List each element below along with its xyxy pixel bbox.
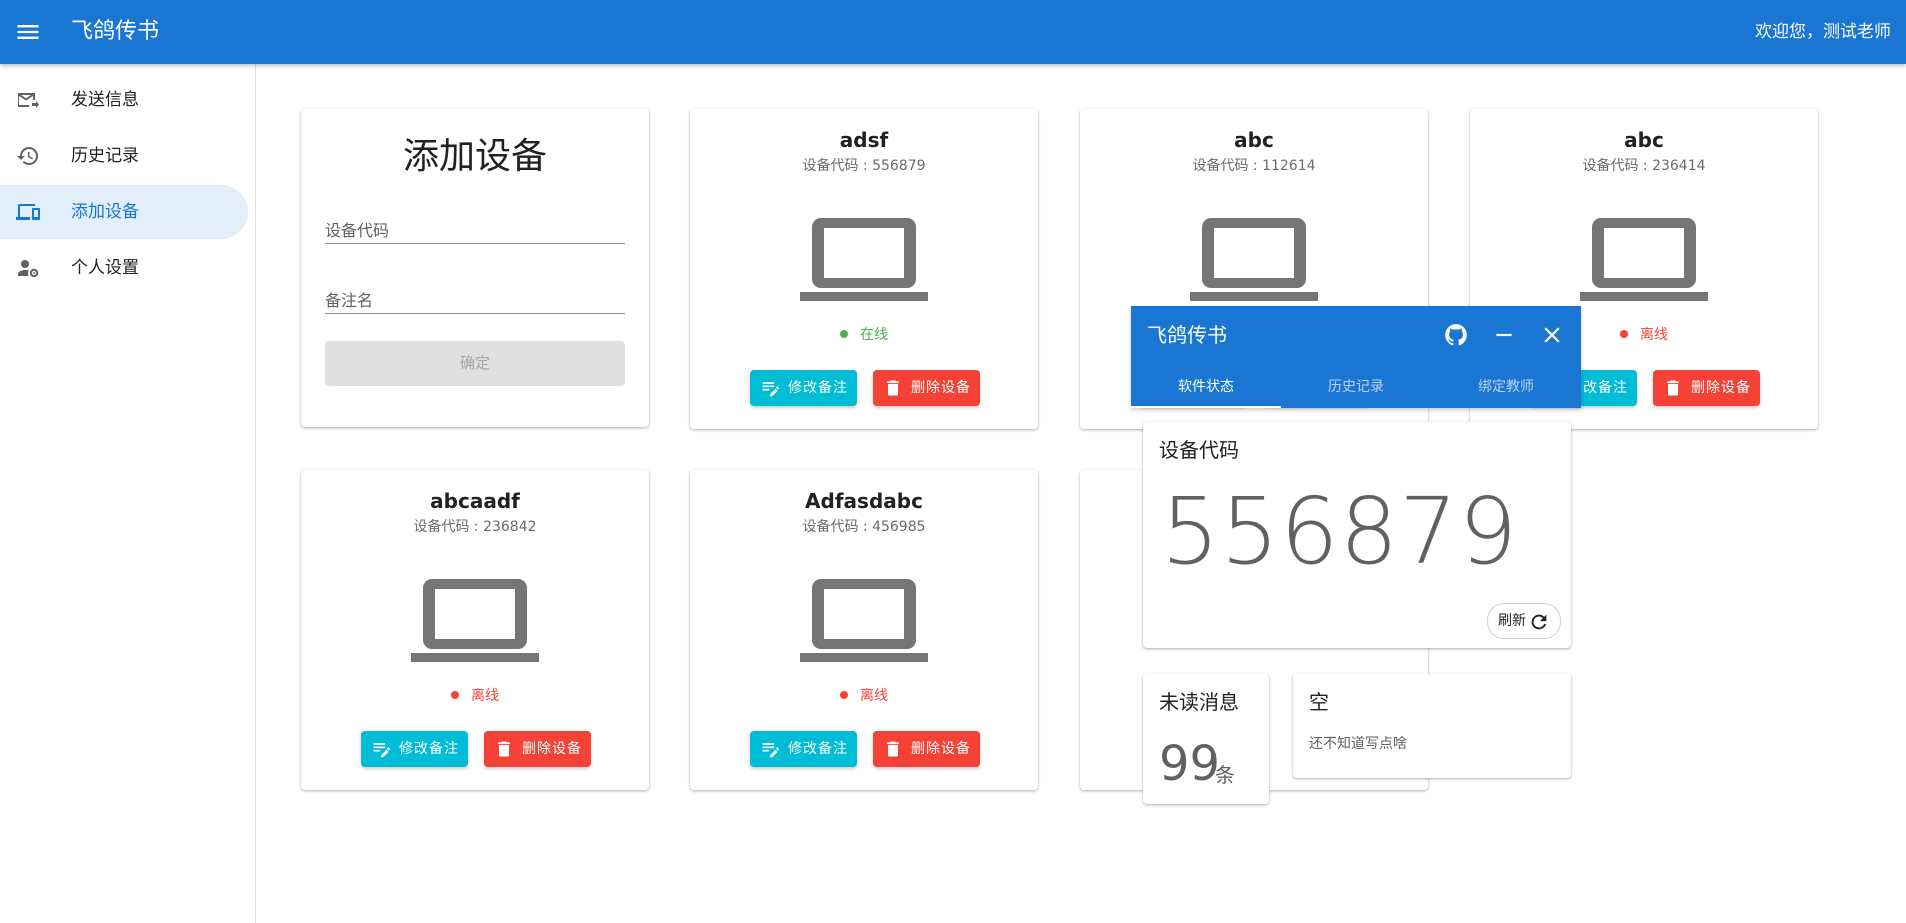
- device-code-input[interactable]: [325, 215, 625, 245]
- edit-note-icon: [373, 743, 391, 758]
- status-text: 离线: [471, 688, 499, 704]
- delete-device-button[interactable]: 删除设备: [484, 731, 591, 767]
- device-name: adsf: [839, 128, 889, 152]
- note-name-input[interactable]: [325, 285, 625, 315]
- delete-device-label: 删除设备: [1691, 380, 1751, 396]
- laptop-icon: [800, 218, 928, 301]
- sidebar-item-add-device[interactable]: 添加设备: [0, 185, 248, 239]
- empty-text: 还不知道写点啥: [1309, 736, 1407, 752]
- device-code-label: 设备代码: [1159, 438, 1239, 462]
- edit-note-icon: [762, 382, 780, 397]
- laptop-icon: [800, 579, 928, 662]
- device-status: 在线: [690, 325, 1038, 345]
- welcome-text: 欢迎您，测试老师: [1755, 22, 1891, 42]
- app-title: 飞鸽传书: [71, 19, 160, 44]
- unread-title: 未读消息: [1159, 690, 1239, 714]
- sidebar-item-personal-settings[interactable]: 个人设置: [0, 241, 248, 295]
- delete-device-button[interactable]: 删除设备: [873, 731, 980, 767]
- status-dot: [840, 330, 848, 338]
- edit-note-button[interactable]: 修改备注: [750, 731, 857, 767]
- device-code: 设备代码 : 236842: [413, 519, 537, 535]
- note-name-field: [325, 279, 625, 315]
- trash-icon: [498, 741, 510, 757]
- refresh-icon: [1531, 614, 1547, 630]
- status-dot: [840, 691, 848, 699]
- client-popup-window: 飞鸽传书 软件状态 历史记录 绑定教师 设备代码 556879 刷新 未读消息 …: [1131, 306, 1581, 806]
- app-bar: 飞鸽传书 欢迎您，测试老师: [0, 0, 1906, 64]
- edit-note-label: 修改备注: [399, 741, 459, 757]
- empty-card: 空 还不知道写点啥: [1293, 674, 1571, 778]
- status-text: 离线: [860, 688, 888, 704]
- device-code: 设备代码 : 112614: [1192, 158, 1316, 174]
- device-card: abcaadf 设备代码 : 236842 离线 修改备注 删除设备: [301, 470, 649, 790]
- edit-note-label: 修改备注: [788, 741, 848, 757]
- send-mail-icon: [18, 93, 39, 108]
- refresh-label: 刷新: [1498, 613, 1526, 629]
- add-device-title: 添加设备: [402, 136, 547, 177]
- active-tab-indicator: [1131, 406, 1281, 408]
- device-code-field: [325, 209, 625, 245]
- delete-device-button[interactable]: 删除设备: [1653, 370, 1760, 406]
- edit-note-label: 修改备注: [788, 380, 848, 396]
- close-icon[interactable]: [1539, 322, 1565, 348]
- popup-title: 飞鸽传书: [1147, 323, 1227, 347]
- sidebar: 发送信息 历史记录 添加设备 个人设置: [0, 64, 256, 923]
- device-code-card: 设备代码 556879 刷新: [1143, 422, 1571, 648]
- tab-software-status[interactable]: 软件状态: [1131, 366, 1281, 408]
- empty-title: 空: [1309, 690, 1329, 714]
- add-device-card: 添加设备 确定: [301, 109, 649, 427]
- sidebar-item-label: 个人设置: [71, 258, 139, 278]
- popup-header: 飞鸽传书 软件状态 历史记录 绑定教师: [1131, 306, 1581, 408]
- history-icon: [17, 147, 38, 165]
- delete-device-label: 删除设备: [522, 741, 582, 757]
- confirm-button[interactable]: 确定: [325, 341, 625, 386]
- device-status: 离线: [301, 686, 649, 706]
- laptop-icon: [1580, 218, 1708, 301]
- sidebar-item-label: 添加设备: [71, 202, 139, 222]
- device-name: abcaadf: [430, 489, 520, 513]
- unread-count: 99: [1159, 736, 1221, 792]
- status-dot: [451, 691, 459, 699]
- delete-device-label: 删除设备: [911, 380, 971, 396]
- trash-icon: [887, 380, 899, 396]
- device-status: 离线: [690, 686, 1038, 706]
- menu-icon[interactable]: [14, 18, 42, 46]
- laptop-icon: [411, 579, 539, 662]
- edit-note-icon: [762, 743, 780, 758]
- unread-unit: 条: [1215, 763, 1235, 787]
- device-code: 设备代码 : 236414: [1582, 158, 1706, 174]
- device-name: abc: [1624, 128, 1664, 152]
- sidebar-item-label: 发送信息: [71, 90, 139, 110]
- edit-note-button[interactable]: 修改备注: [361, 731, 468, 767]
- device-name: Adfasdabc: [805, 489, 923, 513]
- sidebar-item-label: 历史记录: [71, 146, 139, 166]
- status-text: 在线: [860, 327, 888, 343]
- status-text: 离线: [1640, 327, 1668, 343]
- laptop-icon: [1190, 218, 1318, 301]
- device-card: Adfasdabc 设备代码 : 456985 离线 修改备注 删除设备: [690, 470, 1038, 790]
- unread-messages-card: 未读消息 99 条: [1143, 674, 1269, 804]
- minimize-icon[interactable]: [1491, 322, 1517, 348]
- device-code-value: 556879: [1161, 478, 1519, 585]
- devices-icon: [16, 204, 40, 220]
- edit-note-button[interactable]: 修改备注: [750, 370, 857, 406]
- device-code: 设备代码 : 456985: [802, 519, 926, 535]
- device-code: 设备代码 : 556879: [802, 158, 926, 174]
- sidebar-item-send-message[interactable]: 发送信息: [0, 73, 248, 127]
- tab-bind-teacher[interactable]: 绑定教师: [1431, 366, 1581, 408]
- status-dot: [1620, 330, 1628, 338]
- github-icon[interactable]: [1443, 322, 1469, 348]
- trash-icon: [887, 741, 899, 757]
- refresh-button[interactable]: 刷新: [1487, 603, 1561, 639]
- delete-device-button[interactable]: 删除设备: [873, 370, 980, 406]
- sidebar-item-history[interactable]: 历史记录: [0, 129, 248, 183]
- device-name: abc: [1234, 128, 1274, 152]
- tab-history[interactable]: 历史记录: [1281, 366, 1431, 408]
- device-card: adsf 设备代码 : 556879 在线 修改备注 删除设备: [690, 109, 1038, 429]
- user-settings-icon: [18, 260, 39, 278]
- trash-icon: [1667, 380, 1679, 396]
- delete-device-label: 删除设备: [911, 741, 971, 757]
